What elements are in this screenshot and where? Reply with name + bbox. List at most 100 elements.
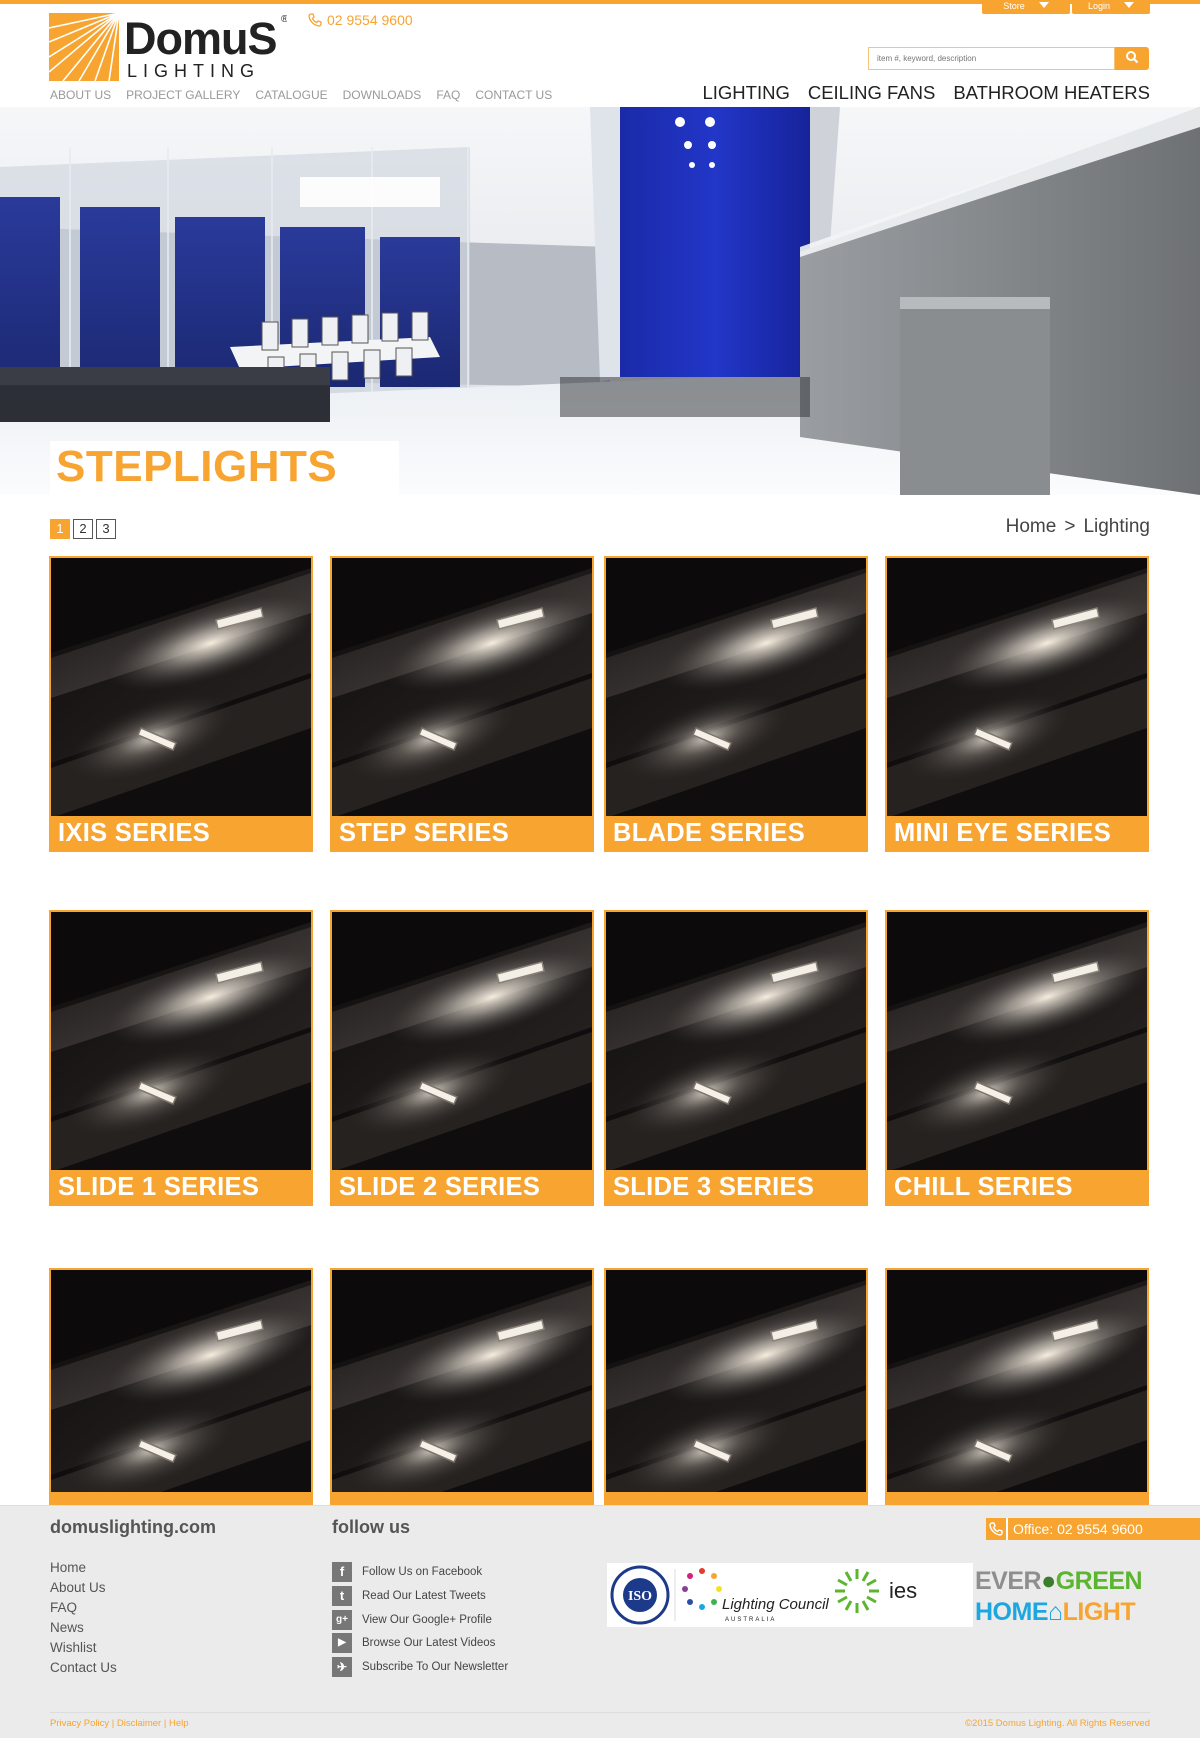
social-google-plus[interactable]: g+ View Our Google+ Profile xyxy=(332,1609,508,1630)
social-label: Read Our Latest Tweets xyxy=(362,1589,486,1602)
hero-title-panel: STEPLIGHTS xyxy=(50,441,399,495)
footer-link-about-us[interactable]: About Us xyxy=(50,1578,117,1598)
main-nav: LIGHTING CEILING FANS BATHROOM HEATERS xyxy=(684,82,1150,106)
product-image xyxy=(887,558,1147,818)
product-image xyxy=(887,912,1147,1172)
product-image xyxy=(606,558,866,818)
nav-contact-us[interactable]: CONTACT US xyxy=(475,88,552,102)
footer-link-contact-us[interactable]: Contact Us xyxy=(50,1658,117,1678)
product-card[interactable] xyxy=(885,1268,1149,1528)
social-youtube[interactable]: ▶ Browse Our Latest Videos xyxy=(332,1633,508,1654)
breadcrumb: Home > Lighting xyxy=(1006,516,1150,538)
nav-lighting[interactable]: LIGHTING xyxy=(702,82,789,103)
hero-office-image xyxy=(0,107,1200,495)
homelight-logo: HOME⌂LIGHT xyxy=(975,1598,1136,1626)
lighting-council-logo: Lighting Council AUSTRALIA xyxy=(682,1568,829,1623)
page-2-button[interactable]: 2 xyxy=(73,519,93,539)
legal-links[interactable]: Privacy Policy | Disclaimer | Help xyxy=(50,1718,189,1729)
product-label: BLADE SERIES xyxy=(606,816,866,850)
domus-lighting-logo[interactable]: DomuS ® LIGHTING xyxy=(48,12,289,82)
social-links: f Follow Us on Facebook t Read Our Latest … xyxy=(332,1562,508,1681)
product-image xyxy=(606,1270,866,1526)
nav-bathroom-heaters[interactable]: BATHROOM HEATERS xyxy=(953,82,1150,103)
product-card-step-series[interactable]: STEP SERIES xyxy=(330,556,594,852)
login-label: Login xyxy=(1087,1,1111,11)
nav-about-us[interactable]: ABOUT US xyxy=(50,88,111,102)
product-label: STEP SERIES xyxy=(332,816,592,850)
nav-faq[interactable]: FAQ xyxy=(436,88,460,102)
footer-link-news[interactable]: News xyxy=(50,1618,117,1638)
product-card-slide-1-series[interactable]: SLIDE 1 SERIES xyxy=(49,910,313,1206)
product-label: SLIDE 1 SERIES xyxy=(51,1170,311,1204)
footer-divider xyxy=(50,1712,1150,1713)
page-1-button[interactable]: 1 xyxy=(50,519,70,539)
product-label: IXIS SERIES xyxy=(51,816,311,850)
secondary-nav: ABOUT US PROJECT GALLERY CATALOGUE DOWNLOAD… xyxy=(50,88,567,102)
product-card-ixis-series[interactable]: IXIS SERIES xyxy=(49,556,313,852)
youtube-icon: ▶ xyxy=(332,1633,352,1654)
newsletter-icon: ✈ xyxy=(332,1657,352,1678)
office-phone[interactable]: Office: 02 9554 9600 xyxy=(986,1518,1200,1540)
phone-icon xyxy=(986,1518,1008,1540)
footer-follow-title: follow us xyxy=(332,1517,410,1537)
product-image xyxy=(51,558,311,818)
phone-number: 02 9554 9600 xyxy=(327,12,413,28)
chevron-down-icon xyxy=(1038,2,1049,8)
social-twitter[interactable]: t Read Our Latest Tweets xyxy=(332,1585,508,1606)
store-label: Store xyxy=(1003,1,1025,11)
social-newsletter[interactable]: ✈ Subscribe To Our Newsletter xyxy=(332,1657,509,1678)
search-icon xyxy=(1126,51,1139,64)
search-form xyxy=(868,47,1149,70)
product-card[interactable] xyxy=(604,1268,868,1528)
header-phone[interactable]: 02 9554 9600 xyxy=(308,12,413,28)
footer-link-faq[interactable]: FAQ xyxy=(50,1598,117,1618)
nav-ceiling-fans[interactable]: CEILING FANS xyxy=(808,82,935,103)
breadcrumb-home[interactable]: Home xyxy=(1006,516,1057,537)
product-label: SLIDE 3 SERIES xyxy=(606,1170,866,1204)
store-button[interactable]: Store xyxy=(982,0,1070,14)
product-card-blade-series[interactable]: BLADE SERIES xyxy=(604,556,868,852)
hero-banner xyxy=(0,107,1200,495)
phone-icon xyxy=(308,13,322,27)
social-label: Follow Us on Facebook xyxy=(362,1566,483,1579)
product-image xyxy=(51,912,311,1172)
svg-text:ISO: ISO xyxy=(628,1589,652,1604)
product-card-mini-eye-series[interactable]: MINI EYE SERIES xyxy=(885,556,1149,852)
breadcrumb-current[interactable]: Lighting xyxy=(1083,516,1150,537)
search-button[interactable] xyxy=(1115,47,1149,70)
copyright: ©2015 Domus Lighting. All Rights Reserve… xyxy=(965,1718,1150,1729)
svg-text:®: ® xyxy=(281,14,287,25)
product-card[interactable] xyxy=(330,1268,594,1528)
svg-text:AUSTRALIA: AUSTRALIA xyxy=(725,1617,776,1623)
nav-catalogue[interactable]: CATALOGUE xyxy=(255,88,327,102)
product-card[interactable] xyxy=(49,1268,313,1528)
footer-site-name: domuslighting.com xyxy=(50,1517,216,1537)
product-card-slide-3-series[interactable]: SLIDE 3 SERIES xyxy=(604,910,868,1206)
twitter-icon: t xyxy=(332,1585,352,1606)
product-image xyxy=(332,1270,592,1526)
product-label: SLIDE 2 SERIES xyxy=(332,1170,592,1204)
product-label: MINI EYE SERIES xyxy=(887,816,1147,850)
footer-link-wishlist[interactable]: Wishlist xyxy=(50,1638,117,1658)
google-plus-icon: g+ xyxy=(332,1609,352,1630)
product-card-slide-2-series[interactable]: SLIDE 2 SERIES xyxy=(330,910,594,1206)
pagination: 123 xyxy=(50,519,119,539)
nav-project-gallery[interactable]: PROJECT GALLERY xyxy=(126,88,240,102)
ies-logo: ies xyxy=(835,1569,917,1613)
nav-downloads[interactable]: DOWNLOADS xyxy=(343,88,422,102)
product-image xyxy=(887,1270,1147,1526)
social-label: Browse Our Latest Videos xyxy=(362,1637,496,1650)
product-image xyxy=(606,912,866,1172)
product-card-chill-series[interactable]: CHILL SERIES xyxy=(885,910,1149,1206)
logo-mark xyxy=(49,13,119,81)
search-input[interactable] xyxy=(868,47,1115,70)
social-label: View Our Google+ Profile xyxy=(362,1613,492,1626)
svg-text:Lighting Council: Lighting Council xyxy=(722,1596,829,1613)
page-title: STEPLIGHTS xyxy=(56,442,338,491)
social-facebook[interactable]: f Follow Us on Facebook xyxy=(332,1562,508,1582)
page-3-button[interactable]: 3 xyxy=(96,519,116,539)
footer-link-home[interactable]: Home xyxy=(50,1558,117,1578)
login-button[interactable]: Login xyxy=(1072,0,1150,14)
office-phone-text: Office: 02 9554 9600 xyxy=(1013,1521,1143,1537)
social-label: Subscribe To Our Newsletter xyxy=(362,1661,509,1674)
